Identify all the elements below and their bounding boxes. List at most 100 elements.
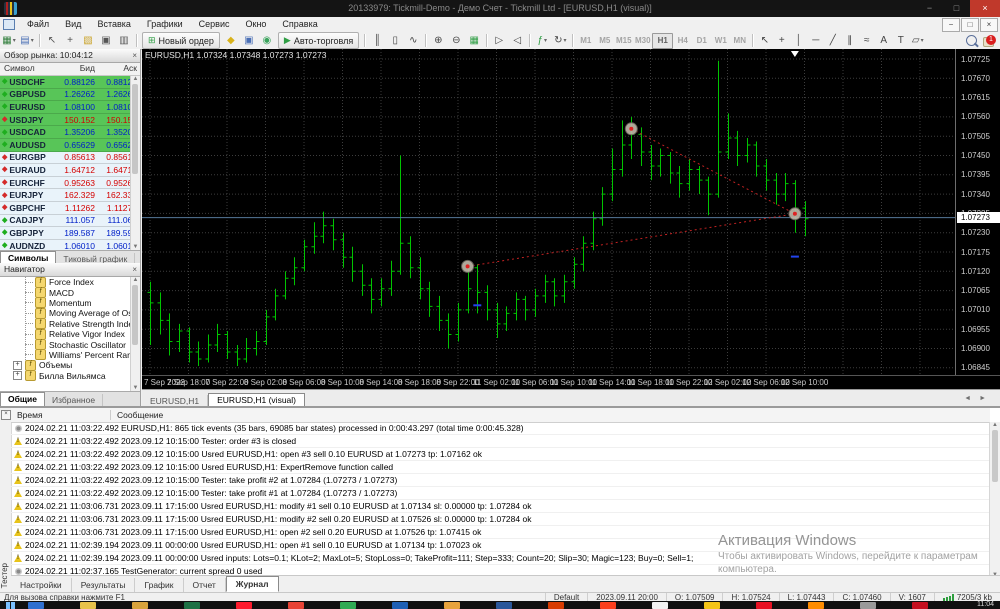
scroll-left-icon[interactable]: ◄	[964, 395, 971, 402]
col-bid[interactable]: Бид	[56, 63, 98, 75]
strategy-tester-button[interactable]: ▥	[116, 33, 132, 48]
timeframe-w1-button[interactable]: W1	[711, 34, 730, 48]
timeframe-h1-button[interactable]: H1	[652, 32, 674, 49]
expand-icon[interactable]: +	[13, 360, 22, 370]
scroll-thumb[interactable]	[992, 430, 998, 482]
child-window-icon[interactable]	[3, 19, 15, 30]
taskbar-app-icon[interactable]	[600, 602, 616, 609]
taskbar-app-icon[interactable]	[236, 602, 252, 609]
child-restore-button[interactable]: □	[961, 17, 979, 32]
market-watch-row[interactable]: ◆ GBPJPY 189.587 189.592	[0, 227, 140, 240]
horizontal-line-tool[interactable]: ─	[807, 33, 824, 48]
navigator-item[interactable]: f Momentum	[0, 297, 140, 309]
taskbar-app-icon[interactable]	[808, 602, 824, 609]
taskbar-app-icon[interactable]	[392, 602, 408, 609]
chart-plot[interactable]: EURUSD,H1 1.07324 1.07348 1.07273 1.0727…	[142, 49, 955, 375]
taskbar-app-icon[interactable]	[288, 602, 304, 609]
child-close-button[interactable]: ×	[980, 17, 998, 32]
community-button[interactable]: ◉	[259, 33, 275, 48]
journal-row[interactable]: 2024.02.21 11:03:22.492 EURUSD,H1: 865 ti…	[11, 422, 990, 435]
indicators-button[interactable]: ƒ ▾	[534, 33, 550, 48]
market-watch-row[interactable]: ◆ EURJPY 162.329 162.333	[0, 189, 140, 202]
taskbar-app-icon[interactable]	[548, 602, 564, 609]
timeframe-d1-button[interactable]: D1	[692, 34, 711, 48]
market-watch-row[interactable]: ◆ AUDUSD 0.65629 0.65629	[0, 138, 140, 152]
market-watch-row[interactable]: ◆ EURUSD 1.08100 1.08100	[0, 101, 140, 114]
market-watch-row[interactable]: ◆ AUDNZD 1.06010 1.06018	[0, 239, 140, 250]
chart-tab-eurusd-h1-visual-[interactable]: EURUSD,H1 (visual)	[208, 393, 305, 407]
crosshair-tool[interactable]: +	[773, 33, 790, 48]
taskbar-app-icon[interactable]	[496, 602, 512, 609]
journal-row[interactable]: 2024.02.21 11:03:22.4922023.09.12 10:15:…	[11, 435, 990, 448]
menu-item-Файл[interactable]: Файл	[19, 17, 57, 32]
market-watch-row[interactable]: ◆ EURAUD 1.64712 1.64717	[0, 164, 140, 177]
journal-row[interactable]: 2024.02.21 11:02:39.1942023.09.11 00:00:…	[11, 552, 990, 565]
tester-tab-настройки[interactable]: Настройки	[11, 578, 72, 592]
market-watch-row[interactable]: ◆ GBPCHF 1.11262 1.11277	[0, 201, 140, 215]
journal-row[interactable]: 2024.02.21 11:03:22.4922023.09.12 10:15:…	[11, 474, 990, 487]
timeframe-m5-button[interactable]: M5	[595, 34, 614, 48]
journal-row[interactable]: 2024.02.21 11:03:22.4922023.09.12 10:15:…	[11, 448, 990, 461]
notification-icon[interactable]: 1	[983, 34, 996, 47]
market-watch-row[interactable]: ◆ EURGBP 0.85613 0.85614	[0, 151, 140, 165]
navigator-item[interactable]: + f Билла Вильямса	[0, 370, 140, 381]
arrows-tool[interactable]: ▱ ▾	[909, 33, 926, 48]
windows-start-icon[interactable]	[6, 602, 15, 609]
scroll-up-icon[interactable]: ▲	[131, 277, 140, 283]
periods-button[interactable]: ↻ ▾	[552, 33, 568, 48]
journal-row[interactable]: 2024.02.21 11:03:06.7312023.09.11 17:15:…	[11, 526, 990, 539]
profiles-button[interactable]: ▤ ▾	[19, 33, 35, 48]
tester-tab-отчет[interactable]: Отчет	[184, 578, 226, 592]
navigator-button[interactable]: ▧	[80, 33, 96, 48]
journal-row[interactable]: 2024.02.21 11:03:06.7312023.09.11 17:15:…	[11, 500, 990, 513]
text-label-tool[interactable]: T	[892, 33, 909, 48]
market-watch-row[interactable]: ◆ USDCAD 1.35206 1.35208	[0, 126, 140, 139]
tester-tab-график[interactable]: График	[135, 578, 184, 592]
zoom-out-button[interactable]: ⊖	[448, 33, 464, 48]
market-watch-row[interactable]: ◆ GBPUSD 1.26262 1.26262	[0, 88, 140, 102]
menu-item-Вставка[interactable]: Вставка	[89, 17, 138, 32]
journal-row[interactable]: 2024.02.21 11:03:22.4922023.09.12 10:15:…	[11, 461, 990, 474]
col-ask[interactable]: Аск	[98, 63, 140, 75]
taskbar-app-icon[interactable]	[80, 602, 96, 609]
scroll-thumb[interactable]	[132, 285, 138, 345]
new-chart-button[interactable]: ▦ ▾	[1, 33, 17, 48]
autotrading-button[interactable]: ▶ Авто-торговля	[277, 32, 360, 49]
tester-tab-результаты[interactable]: Результаты	[72, 578, 136, 592]
close-button[interactable]: ×	[970, 0, 1000, 17]
market-watch-row[interactable]: ◆ USDJPY 150.152 150.152	[0, 113, 140, 127]
col-symbol[interactable]: Символ	[0, 63, 56, 75]
market-watch-row[interactable]: ◆ USDCHF 0.88126 0.88128	[0, 76, 140, 89]
market-watch-button[interactable]: ↖	[44, 33, 60, 48]
journal-scrollbar[interactable]: ▲ ▼	[989, 422, 1000, 578]
scroll-right-icon[interactable]: ►	[979, 395, 986, 402]
auto-scroll-button[interactable]: ▷	[491, 33, 507, 48]
navigator-item[interactable]: f Stochastic Oscillator	[0, 339, 140, 350]
new-order-button[interactable]: ⊞ Новый ордер	[142, 32, 220, 49]
market-watch-row[interactable]: ◆ EURCHF 0.95263 0.95269	[0, 176, 140, 190]
taskbar-app-icon[interactable]	[444, 602, 460, 609]
terminal-button[interactable]: ▣	[98, 33, 114, 48]
menu-item-Справка[interactable]: Справка	[274, 17, 325, 32]
vertical-line-tool[interactable]: │	[790, 33, 807, 48]
market-watch-row[interactable]: ◆ CADJPY 111.057 111.063	[0, 214, 140, 228]
taskbar-app-icon[interactable]	[704, 602, 720, 609]
navigator-item[interactable]: f Williams' Percent Rang	[0, 349, 140, 361]
taskbar-app-icon[interactable]	[28, 602, 44, 609]
line-view-button[interactable]: ∿	[405, 33, 421, 48]
taskbar-app-icon[interactable]	[912, 602, 928, 609]
scroll-up-icon[interactable]: ▲	[131, 76, 140, 82]
tile-windows-button[interactable]: ▦	[466, 33, 482, 48]
column-divider[interactable]	[110, 410, 111, 420]
taskbar-app-icon[interactable]	[184, 602, 200, 609]
market-watch-scrollbar[interactable]: ▲ ▼	[130, 76, 140, 250]
navigator-item[interactable]: f Relative Strength Inde	[0, 318, 140, 329]
chart-shift-button[interactable]: ◁	[509, 33, 525, 48]
journal-row[interactable]: 2024.02.21 11:03:06.7312023.09.11 17:15:…	[11, 513, 990, 526]
menu-item-Окно[interactable]: Окно	[238, 17, 275, 32]
cursor-tool[interactable]: ↖	[756, 33, 773, 48]
price-axis[interactable]: 1.07725 1.07670 1.07615 1.07560 1.07505 1.074…	[955, 49, 1000, 375]
search-icon[interactable]	[966, 35, 977, 46]
timeframe-m30-button[interactable]: M30	[633, 34, 652, 48]
terminal-window-button[interactable]: ▣	[241, 33, 257, 48]
